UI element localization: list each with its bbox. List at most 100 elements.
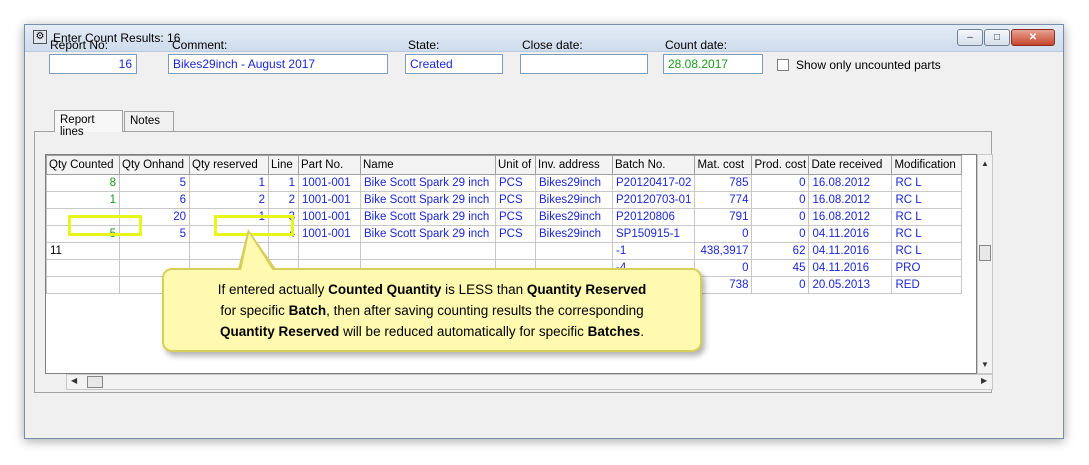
table-cell: 1001-001 (298, 191, 361, 209)
empty-cell (752, 326, 809, 342)
comment-label: Comment: (172, 38, 228, 52)
column-header[interactable]: Batch No. (611, 155, 696, 175)
table-cell: PCS (495, 174, 536, 192)
tab-report-lines[interactable]: Report lines (54, 110, 123, 138)
empty-cell (695, 326, 752, 342)
table-cell (535, 242, 613, 260)
column-header[interactable]: Inv. address (535, 155, 613, 175)
table-cell: Bike Scott Spark 29 inch (360, 191, 496, 209)
scroll-up-icon[interactable]: ▲ (981, 159, 989, 168)
empty-cell (809, 310, 892, 326)
table-cell: P20120703-01 (611, 191, 696, 209)
table-cell: 04.11.2016 (808, 242, 893, 260)
column-header[interactable]: Name (360, 155, 496, 175)
comment-field[interactable]: Bikes29inch - August 2017 (168, 54, 388, 74)
table-cell: 20.05.2013 (808, 276, 893, 294)
column-header[interactable]: Part No. (298, 155, 361, 175)
table-cell: 2 (268, 191, 299, 209)
column-header[interactable]: Qty Onhand (119, 155, 190, 175)
table-row[interactable]: 11 -1 438,3917 62 04.11.2016 RC L (46, 242, 963, 260)
table-cell: RC L (891, 174, 963, 192)
counted-highlight (68, 215, 142, 236)
callout-text: If entered actually Counted Quantity is … (217, 282, 647, 339)
table-cell: 1001-001 (298, 225, 361, 243)
callout-pointer-fill (241, 233, 273, 271)
column-header[interactable]: Modification (891, 155, 963, 175)
table-cell: RC L (891, 225, 963, 243)
table-cell: Bike Scott Spark 29 inch (360, 225, 496, 243)
table-cell (495, 242, 536, 260)
table-cell: PRO (891, 259, 963, 277)
table-cell: Bikes29inch (535, 208, 613, 226)
table-cell: 0 (694, 259, 753, 277)
count-date-field[interactable]: 28.08.2017 (663, 54, 763, 74)
show-uncounted-checkbox[interactable] (777, 59, 789, 71)
maximize-button[interactable]: □ (984, 29, 1010, 46)
table-cell: RED (891, 276, 963, 294)
table-cell: 0 (751, 191, 810, 209)
table-cell[interactable]: 11 (46, 242, 120, 260)
column-header[interactable]: Date received (808, 155, 893, 175)
vertical-scrollbar[interactable]: ▲ ▼ (977, 154, 993, 374)
table-cell: -1 (611, 242, 696, 260)
table-cell[interactable] (46, 259, 120, 277)
table-cell: 2 (189, 191, 269, 209)
close-button[interactable]: ✕ (1011, 29, 1055, 46)
empty-cell (47, 294, 120, 311)
table-row[interactable]: 8 5 1 1 1001-001 Bike Scott Spark 29 inch PCS B… (46, 174, 963, 192)
empty-cell (892, 326, 962, 342)
state-field[interactable]: Created (405, 54, 503, 74)
table-cell: 1001-001 (298, 174, 361, 192)
scroll-down-icon[interactable]: ▼ (981, 360, 989, 369)
table-cell: P20120806 (611, 208, 696, 226)
table-cell[interactable]: 1 (46, 191, 120, 209)
table-cell: 1 (189, 174, 269, 192)
column-header[interactable]: Line (268, 155, 299, 175)
report-no-field[interactable]: 16 (49, 54, 137, 74)
scroll-left-icon[interactable]: ◀ (71, 376, 77, 385)
table-cell: 1 (268, 174, 299, 192)
app-icon: ⚙ (33, 30, 47, 44)
table-cell: 0 (751, 208, 810, 226)
table-cell: 16.08.2012 (808, 208, 893, 226)
table-cell: RC L (891, 208, 963, 226)
table-cell: 6 (119, 191, 190, 209)
table-row[interactable]: 20 1 3 1001-001 Bike Scott Spark 29 inch PCS B… (46, 208, 963, 226)
scroll-right-icon[interactable]: ▶ (981, 376, 987, 385)
table-cell: 16.08.2012 (808, 191, 893, 209)
table-cell: Bike Scott Spark 29 inch (360, 174, 496, 192)
table-cell: 45 (751, 259, 810, 277)
column-header[interactable]: Mat. cost (694, 155, 753, 175)
horizontal-scrollbar[interactable]: ◀ ▶ (66, 374, 993, 390)
table-row[interactable]: 1 6 2 2 1001-001 Bike Scott Spark 29 inch PCS B… (46, 191, 963, 209)
table-cell: PCS (495, 191, 536, 209)
column-header[interactable]: Qty reserved (189, 155, 269, 175)
empty-cell (695, 310, 752, 326)
info-callout: If entered actually Counted Quantity is … (162, 268, 702, 352)
horizontal-scroll-thumb[interactable] (87, 376, 103, 388)
vertical-scroll-thumb[interactable] (979, 245, 991, 261)
table-cell: 0 (751, 225, 810, 243)
count-date-label: Count date: (665, 38, 728, 52)
tab-notes[interactable]: Notes (124, 111, 174, 131)
table-cell: 5 (119, 174, 190, 192)
table-cell: 1001-001 (298, 208, 361, 226)
column-header[interactable]: Prod. cost (751, 155, 810, 175)
close-date-field[interactable] (520, 54, 648, 74)
table-cell[interactable]: 8 (46, 174, 120, 192)
table-cell (119, 242, 190, 260)
table-cell[interactable] (46, 276, 120, 294)
table-cell: SP150915-1 (611, 225, 696, 243)
empty-cell (47, 310, 120, 326)
minimize-button[interactable]: – (957, 29, 983, 46)
table-row[interactable]: 5 5 4 1001-001 Bike Scott Spark 29 inch PCS Bi… (46, 225, 963, 243)
table-cell: 0 (751, 276, 810, 294)
report-no-label: Report No: (50, 38, 109, 52)
table-cell (298, 242, 361, 260)
table-cell: 0 (694, 225, 753, 243)
column-header[interactable]: Qty Counted (46, 155, 120, 175)
table-cell: Bikes29inch (535, 225, 613, 243)
empty-cell (752, 294, 809, 311)
close-date-label: Close date: (522, 38, 583, 52)
column-header[interactable]: Unit of (495, 155, 536, 175)
